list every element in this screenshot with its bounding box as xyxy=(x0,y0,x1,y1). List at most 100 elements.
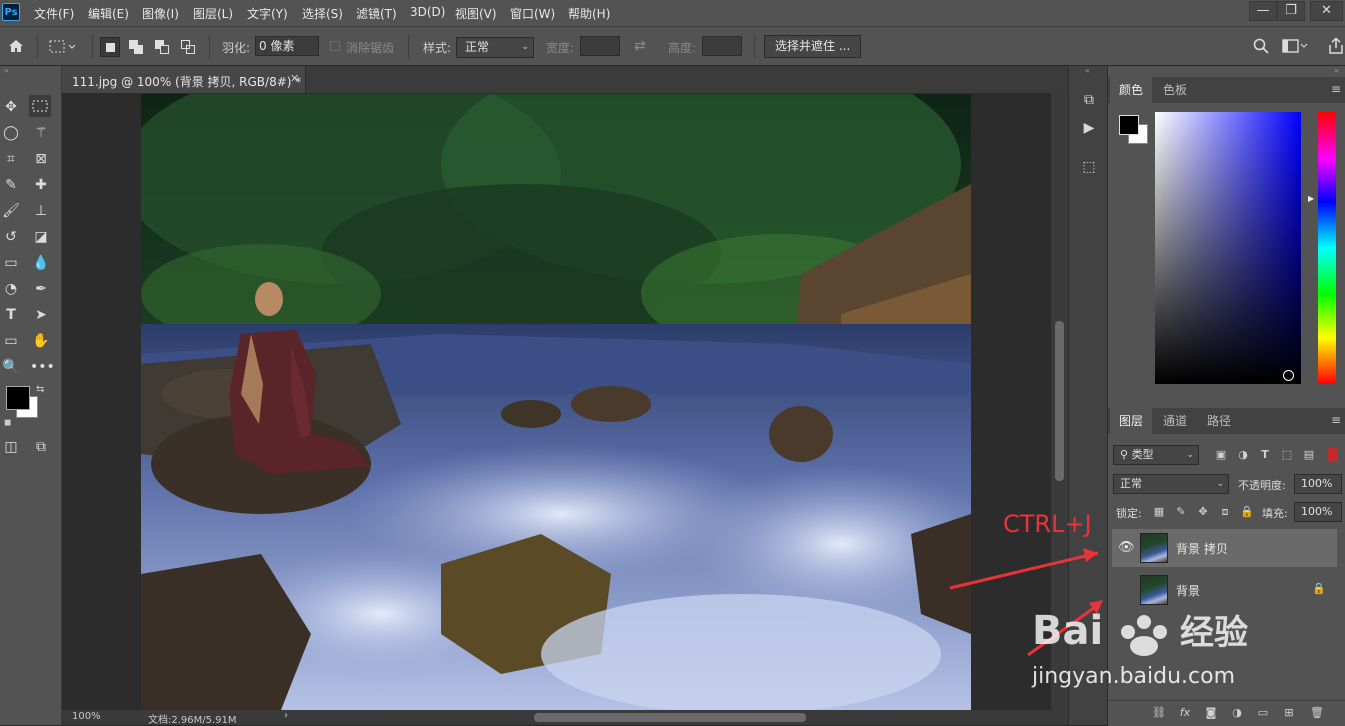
close-window-button[interactable]: ✕ xyxy=(1310,1,1343,21)
quick-mask-icon[interactable]: ◫ xyxy=(0,436,22,458)
workspace-icon[interactable] xyxy=(1282,38,1308,54)
healing-brush-tool-icon[interactable]: ✚ xyxy=(30,174,52,196)
panel-menu-icon[interactable]: ≡ xyxy=(1331,413,1341,427)
color-picker-field[interactable] xyxy=(1155,112,1301,384)
zoom-level[interactable]: 100% xyxy=(72,711,101,722)
adjustment-layer-filter-icon[interactable]: ◑ xyxy=(1236,448,1250,462)
3d-panel-icon[interactable]: ⬚ xyxy=(1080,158,1098,176)
color-foreground-swatch[interactable] xyxy=(1119,115,1139,135)
menu-view[interactable]: 视图(V) xyxy=(455,5,497,22)
layer-name[interactable]: 背景 xyxy=(1176,582,1200,599)
restore-button[interactable]: ❐ xyxy=(1277,1,1305,21)
pixel-layer-filter-icon[interactable]: ▣ xyxy=(1214,448,1228,462)
share-icon[interactable] xyxy=(1327,37,1345,55)
status-arrow-icon[interactable]: › xyxy=(284,710,288,721)
link-layers-icon[interactable]: ⛓ xyxy=(1152,706,1166,720)
frame-tool-icon[interactable]: ⊠ xyxy=(30,148,52,170)
width-input[interactable] xyxy=(580,36,620,56)
menu-help[interactable]: 帮助(H) xyxy=(568,5,610,22)
hand-tool-icon[interactable]: ✋ xyxy=(30,330,52,352)
dodge-tool-icon[interactable]: ◔ xyxy=(0,278,22,300)
filter-toggle-icon[interactable] xyxy=(1328,448,1338,462)
menu-3d[interactable]: 3D(D) xyxy=(410,5,445,19)
history-brush-tool-icon[interactable]: ↺ xyxy=(0,226,22,248)
swap-colors-icon[interactable]: ⇆ xyxy=(36,384,44,395)
menu-image[interactable]: 图像(I) xyxy=(142,5,179,22)
layer-row[interactable]: 👁 背景 拷贝 xyxy=(1112,529,1337,567)
layer-row[interactable]: 背景 🔒 xyxy=(1112,571,1337,609)
type-tool-icon[interactable]: T xyxy=(0,304,22,326)
collapse-panels-icon[interactable]: » xyxy=(1334,66,1339,75)
search-icon[interactable] xyxy=(1253,38,1269,54)
magic-wand-tool-icon[interactable]: ⚚ xyxy=(30,122,52,144)
adjustment-layer-icon[interactable]: ◑ xyxy=(1230,706,1244,720)
new-layer-icon[interactable]: ⊞ xyxy=(1282,706,1296,720)
collapse-toolbar-icon[interactable]: » xyxy=(0,66,62,75)
brush-tool-icon[interactable]: 🖌 xyxy=(0,200,22,222)
lock-transparency-icon[interactable]: ▦ xyxy=(1152,505,1166,519)
horizontal-scroll-thumb[interactable] xyxy=(534,713,806,722)
select-and-mask-button[interactable]: 选择并遮住 ... xyxy=(764,35,862,58)
menu-window[interactable]: 窗口(W) xyxy=(510,5,555,22)
rectangle-tool-icon[interactable]: ▭ xyxy=(0,330,22,352)
home-icon[interactable] xyxy=(7,37,25,55)
smart-object-filter-icon[interactable]: ▤ xyxy=(1302,448,1316,462)
more-tools-icon[interactable]: ••• xyxy=(30,356,55,378)
style-select[interactable]: 正常 ⌄ xyxy=(456,37,534,58)
tab-color[interactable]: 颜色 xyxy=(1110,77,1153,103)
opacity-input[interactable]: 100% xyxy=(1294,474,1342,494)
lock-artboard-icon[interactable]: ⧈ xyxy=(1218,505,1232,519)
subtract-selection-icon[interactable] xyxy=(152,37,172,57)
lock-pixels-icon[interactable]: ✎ xyxy=(1174,505,1188,519)
type-layer-filter-icon[interactable]: T xyxy=(1258,448,1272,462)
tab-layers[interactable]: 图层 xyxy=(1110,408,1153,434)
tab-swatches[interactable]: 色板 xyxy=(1154,77,1196,103)
height-input[interactable] xyxy=(702,36,742,56)
marquee-tool-icon[interactable] xyxy=(29,95,51,117)
panel-menu-icon[interactable]: ≡ xyxy=(1331,82,1341,96)
path-selection-tool-icon[interactable]: ➤ xyxy=(30,304,52,326)
menu-file[interactable]: 文件(F) xyxy=(34,5,74,22)
clone-stamp-tool-icon[interactable]: ⊥ xyxy=(30,200,52,222)
shape-layer-filter-icon[interactable]: ⬚ xyxy=(1280,448,1294,462)
default-colors-icon[interactable]: ◼ xyxy=(4,418,11,428)
minimize-button[interactable]: — xyxy=(1249,1,1277,21)
lasso-tool-icon[interactable]: ◯ xyxy=(0,122,22,144)
color-picker-cursor[interactable] xyxy=(1283,370,1294,381)
layer-name[interactable]: 背景 拷贝 xyxy=(1176,540,1228,557)
close-icon[interactable]: ✕ xyxy=(290,72,299,85)
pen-tool-icon[interactable]: ✒ xyxy=(30,278,52,300)
menu-layer[interactable]: 图层(L) xyxy=(193,5,233,22)
layer-style-icon[interactable]: fx xyxy=(1178,706,1192,720)
screen-mode-icon[interactable]: ⧉ xyxy=(30,436,52,458)
layer-filter-select[interactable]: ⚲ 类型 ⌄ xyxy=(1113,445,1199,465)
tool-preset-picker[interactable] xyxy=(49,39,77,55)
document-tab[interactable]: 111.jpg @ 100% (背景 拷贝, RGB/8#) * ✕ xyxy=(62,66,306,93)
antialias-checkbox[interactable] xyxy=(330,41,340,51)
intersect-selection-icon[interactable] xyxy=(178,37,198,57)
delete-layer-icon[interactable]: 🗑 xyxy=(1310,706,1324,720)
foreground-color-swatch[interactable] xyxy=(6,386,30,410)
menu-type[interactable]: 文字(Y) xyxy=(247,5,288,22)
crop-tool-icon[interactable]: ⌗ xyxy=(0,148,22,170)
blur-tool-icon[interactable]: 💧 xyxy=(30,252,52,274)
swap-dimensions-icon[interactable]: ⇄ xyxy=(634,38,646,54)
zoom-tool-icon[interactable]: 🔍 xyxy=(0,356,22,378)
actions-panel-icon[interactable]: ▶ xyxy=(1080,119,1098,137)
vertical-scroll-thumb[interactable] xyxy=(1055,321,1064,481)
eyedropper-tool-icon[interactable]: ✎ xyxy=(0,174,22,196)
expand-dock-icon[interactable]: « xyxy=(1085,66,1090,75)
hue-slider[interactable] xyxy=(1318,112,1336,384)
add-mask-icon[interactable]: ◙ xyxy=(1204,706,1218,720)
menu-edit[interactable]: 编辑(E) xyxy=(88,5,129,22)
eraser-tool-icon[interactable]: ◪ xyxy=(30,226,52,248)
feather-input[interactable]: 0 像素 xyxy=(255,36,319,56)
canvas-image[interactable] xyxy=(141,94,971,710)
tab-paths[interactable]: 路径 xyxy=(1198,408,1240,434)
move-tool-icon[interactable]: ✥ xyxy=(0,96,22,118)
blend-mode-select[interactable]: 正常 ⌄ xyxy=(1113,474,1229,494)
fill-input[interactable]: 100% xyxy=(1294,502,1342,522)
history-panel-icon[interactable]: ⧉ xyxy=(1080,91,1098,109)
lock-position-icon[interactable]: ✥ xyxy=(1196,505,1210,519)
tab-channels[interactable]: 通道 xyxy=(1154,408,1196,434)
